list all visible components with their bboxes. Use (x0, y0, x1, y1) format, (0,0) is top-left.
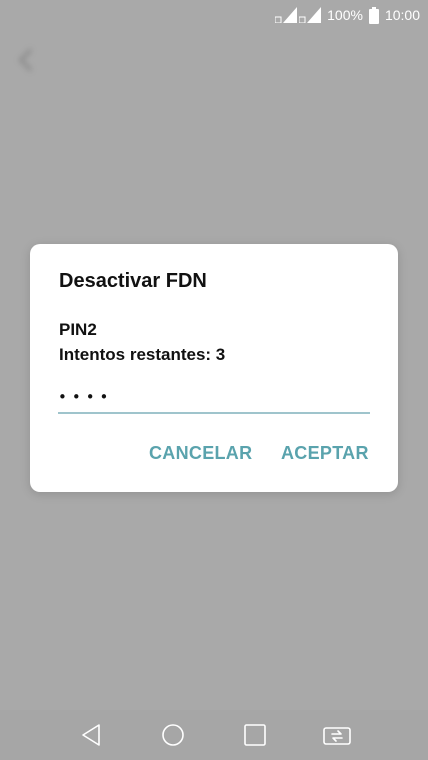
signal-icon (299, 7, 322, 23)
clock: 10:00 (384, 7, 420, 23)
disable-fdn-dialog: Desactivar FDN PIN2 Intentos restantes: … (30, 244, 398, 492)
remaining-attempts-label: Intentos restantes: 3 (59, 345, 226, 364)
signal-icons (275, 7, 322, 23)
accept-button[interactable]: ACEPTAR (281, 443, 369, 464)
screen: 100% 10:00 Desactivar FDN PIN2 Intentos … (0, 0, 428, 760)
signal-icon (275, 7, 298, 23)
navigation-bar (0, 710, 428, 760)
cancel-button[interactable]: CANCELAR (149, 443, 252, 464)
dialog-title: Desactivar FDN (59, 270, 207, 292)
background-item (0, 90, 428, 164)
background-item (0, 164, 428, 238)
background-title (52, 43, 60, 77)
recents-icon[interactable] (235, 715, 275, 755)
background-header (0, 30, 428, 90)
battery-percent: 100% (327, 7, 363, 23)
home-icon[interactable] (153, 715, 193, 755)
back-icon[interactable] (71, 715, 111, 755)
pin2-input[interactable] (58, 382, 370, 414)
battery-icon (368, 6, 379, 24)
pin2-label: PIN2 (59, 320, 97, 339)
dual-window-icon[interactable] (317, 715, 357, 755)
back-arrow-icon (18, 48, 42, 72)
status-bar: 100% 10:00 (0, 0, 428, 30)
